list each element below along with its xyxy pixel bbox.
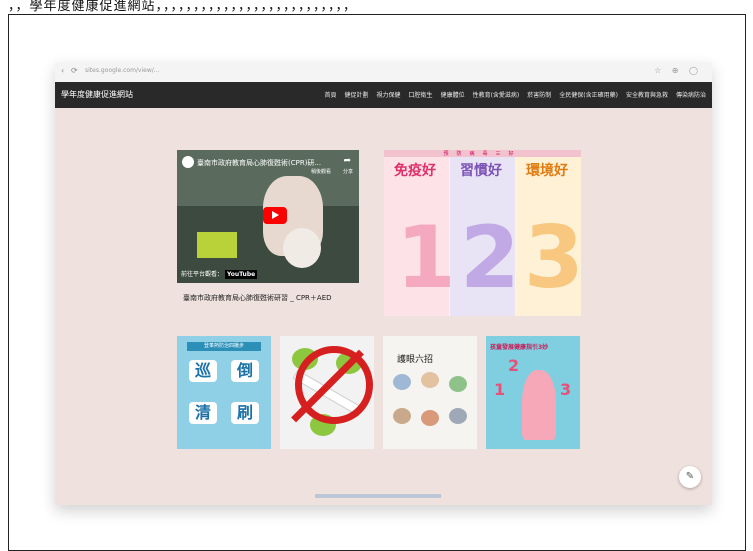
- menu-item-body[interactable]: 健康體位: [441, 90, 465, 99]
- menu-item-vision[interactable]: 視力保健: [377, 90, 401, 99]
- share-icon[interactable]: ➦: [343, 156, 351, 166]
- poster-title-2: 習慣好: [460, 163, 502, 179]
- watch-later-label[interactable]: 稍後觀看: [311, 168, 331, 175]
- menu-item-oral[interactable]: 口腔衛生: [409, 90, 433, 99]
- browser-toolbar: ‹ ⟳ sites.google.com/view/... ☆ ⊕ ◯: [55, 62, 712, 82]
- dengue-char-3: 清: [189, 402, 217, 424]
- watch-on-youtube[interactable]: 前往平台觀看： YouTube: [181, 269, 258, 279]
- poster-number-1: 1: [396, 208, 456, 308]
- poster-band: 預防病毒三好: [384, 150, 581, 157]
- edit-icon[interactable]: ✎: [679, 466, 701, 488]
- prohibition-circle: [295, 346, 373, 424]
- eye-care-scene-4: [393, 408, 411, 424]
- menu-item-disease[interactable]: 傳染病防治: [676, 90, 706, 99]
- poster-title-1: 免疫好: [394, 163, 436, 179]
- watch-on-label: 前往平台觀看：: [181, 271, 224, 278]
- dengue-char-4: 刷: [231, 402, 259, 424]
- dengue-char-2: 倒: [231, 360, 259, 382]
- video-scene-aed: [197, 232, 237, 258]
- back-icon[interactable]: ‹: [61, 66, 64, 75]
- eye-care-title: 護眼六招: [397, 355, 434, 365]
- video-caption: 臺南市政府教育局心肺復甦術研習 _ CPR＋AED: [183, 294, 332, 302]
- poster-title-3: 環境好: [526, 163, 568, 179]
- dengue-char-1: 巡: [189, 360, 217, 382]
- document-header-text: ，，學年度健康促進網站，，，，，，，，，，，，，，，，，，，，，，，，，，: [8, 0, 358, 14]
- video-scene-manikin-head: [283, 228, 321, 268]
- dengue-header: 登革熱防治四撇步: [187, 342, 261, 351]
- eye-care-scene-1: [393, 374, 411, 390]
- youtube-logo: YouTube: [224, 270, 258, 279]
- menu-item-plan[interactable]: 健促計劃: [345, 90, 369, 99]
- menu-item-safety[interactable]: 安全教育與急救: [626, 90, 668, 99]
- website-screenshot: ‹ ⟳ sites.google.com/view/... ☆ ⊕ ◯ 學年度健…: [55, 62, 712, 505]
- video-title[interactable]: 臺南市政府教育局心肺復甦術(CPR)研...: [197, 158, 321, 168]
- menu-item-insurance[interactable]: 全民健保(含正確用藥): [559, 90, 618, 99]
- growth-number-3: 3: [560, 380, 572, 399]
- embedded-video[interactable]: 臺南市政府教育局心肺復甦術(CPR)研... ➦ 分享 稍後觀看 前往平台觀看：…: [177, 150, 359, 283]
- eye-care-scene-5: [421, 410, 439, 426]
- eye-care-scene-6: [449, 408, 467, 424]
- site-title[interactable]: 學年度健康促進網站: [61, 89, 133, 100]
- growth-title: 孩童發展健康指引3妙: [490, 344, 549, 351]
- poster-three-goods[interactable]: 預防病毒三好 免疫好 習慣好 環境好 1 2 3: [384, 150, 584, 316]
- tile-no-betel-smoking[interactable]: [280, 336, 374, 449]
- address-bar[interactable]: sites.google.com/view/...: [85, 67, 160, 74]
- site-navigation-bar: 學年度健康促進網站 首頁 健促計劃 視力保健 口腔衛生 健康體位 性教育(含愛滋…: [55, 82, 712, 108]
- girl-illustration: [522, 370, 556, 440]
- horizontal-scrollbar[interactable]: [315, 494, 441, 498]
- menu-item-tobacco[interactable]: 菸害防制: [527, 90, 551, 99]
- tile-dengue-prevention[interactable]: 登革熱防治四撇步 巡 倒 清 刷: [177, 336, 271, 449]
- channel-avatar[interactable]: [182, 156, 194, 168]
- browser-action-icons[interactable]: ☆ ⊕ ◯: [654, 66, 702, 75]
- growth-number-1: 1: [494, 380, 506, 399]
- site-menu: 首頁 健促計劃 視力保健 口腔衛生 健康體位 性教育(含愛滋病) 菸害防制 全民…: [325, 90, 707, 99]
- poster-number-2: 2: [460, 208, 520, 308]
- poster-number-3: 3: [524, 208, 584, 308]
- reload-icon[interactable]: ⟳: [71, 66, 78, 75]
- play-icon[interactable]: [263, 207, 287, 224]
- eye-care-scene-3: [449, 376, 467, 392]
- tile-child-growth[interactable]: 孩童發展健康指引3妙 1 2 3: [486, 336, 580, 449]
- menu-item-sex-ed[interactable]: 性教育(含愛滋病): [473, 90, 520, 99]
- eye-care-scene-2: [421, 372, 439, 388]
- menu-item-home[interactable]: 首頁: [325, 90, 337, 99]
- share-label: 分享: [342, 169, 353, 175]
- growth-number-2: 2: [508, 356, 520, 375]
- tile-eye-care[interactable]: 護眼六招: [383, 336, 477, 449]
